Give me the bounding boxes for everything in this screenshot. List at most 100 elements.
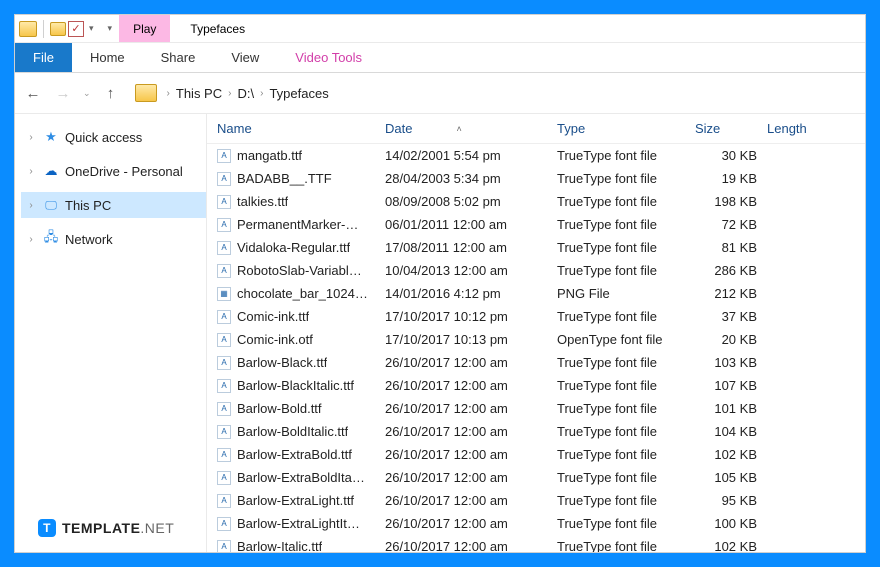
file-date: 26/10/2017 12:00 am (385, 355, 557, 370)
title-bar: ✓ ▾ ▾ Play Typefaces (15, 15, 865, 43)
folder-icon[interactable] (19, 21, 37, 37)
file-name: Barlow-ExtraLightIt… (237, 516, 360, 531)
navigation-bar: ← → ⌄ ↑ › This PC › D:\ › Typefaces (15, 73, 865, 113)
tree-item-quick-access[interactable]: › ★ Quick access (21, 124, 206, 150)
tab-view[interactable]: View (213, 43, 277, 72)
file-size: 72 KB (695, 217, 767, 232)
chevron-right-icon[interactable]: › (228, 88, 231, 99)
file-list-pane: Name Date˄ Type Size Length Amangatb.ttf… (207, 114, 865, 552)
folder-icon[interactable] (50, 22, 66, 36)
file-name: BADABB__.TTF (237, 171, 332, 186)
file-type: TrueType font file (557, 217, 695, 232)
file-row[interactable]: Atalkies.ttf08/09/2008 5:02 pmTrueType f… (207, 190, 865, 213)
breadcrumb-item[interactable]: Typefaces (269, 86, 328, 101)
address-folder-icon[interactable] (135, 84, 157, 102)
file-date: 26/10/2017 12:00 am (385, 539, 557, 552)
tab-file[interactable]: File (15, 43, 72, 72)
network-icon: 🖧 (43, 232, 59, 246)
file-row[interactable]: AVidaloka-Regular.ttf17/08/2011 12:00 am… (207, 236, 865, 259)
tab-video-tools[interactable]: Video Tools (277, 43, 380, 72)
explorer-body: › ★ Quick access › ☁ OneDrive - Personal… (15, 113, 865, 552)
tree-item-network[interactable]: › 🖧 Network (21, 226, 206, 252)
column-header-type[interactable]: Type (557, 121, 695, 136)
file-type-icon: A (217, 540, 231, 553)
file-size: 20 KB (695, 332, 767, 347)
breadcrumb[interactable]: › This PC › D:\ › Typefaces (167, 86, 329, 101)
up-button[interactable]: ↑ (101, 85, 121, 102)
file-row[interactable]: ABarlow-ExtraLight.ttf26/10/2017 12:00 a… (207, 489, 865, 512)
star-icon: ★ (43, 130, 59, 144)
file-row[interactable]: ABarlow-ExtraBoldIta…26/10/2017 12:00 am… (207, 466, 865, 489)
file-type-icon: A (217, 241, 231, 255)
file-row[interactable]: ABarlow-BoldItalic.ttf26/10/2017 12:00 a… (207, 420, 865, 443)
properties-icon[interactable]: ✓ (68, 21, 84, 37)
tab-share[interactable]: Share (143, 43, 214, 72)
column-header-size[interactable]: Size (695, 121, 767, 136)
file-date: 28/04/2003 5:34 pm (385, 171, 557, 186)
file-row[interactable]: ARobotoSlab-Variabl…10/04/2013 12:00 amT… (207, 259, 865, 282)
file-type-icon: A (217, 218, 231, 232)
qat-dropdown-icon[interactable]: ▾ (86, 23, 97, 34)
ribbon-tabs: File Home Share View Video Tools (15, 43, 865, 73)
file-type-icon: A (217, 402, 231, 416)
tree-item-this-pc[interactable]: › 🖵 This PC (21, 192, 206, 218)
file-date: 26/10/2017 12:00 am (385, 401, 557, 416)
file-type: TrueType font file (557, 378, 695, 393)
file-name: Comic-ink.ttf (237, 309, 309, 324)
expand-icon[interactable]: › (25, 234, 37, 245)
file-row[interactable]: AComic-ink.ttf17/10/2017 10:12 pmTrueTyp… (207, 305, 865, 328)
file-name: chocolate_bar_1024… (237, 286, 368, 301)
column-header-date[interactable]: Date˄ (385, 121, 557, 136)
tab-home[interactable]: Home (72, 43, 143, 72)
expand-icon[interactable]: › (25, 200, 37, 211)
file-size: 101 KB (695, 401, 767, 416)
file-type: TrueType font file (557, 355, 695, 370)
watermark: T TEMPLATE.NET (38, 519, 174, 537)
file-name: RobotoSlab-Variabl… (237, 263, 362, 278)
monitor-icon: 🖵 (43, 198, 59, 212)
file-type: TrueType font file (557, 240, 695, 255)
file-row[interactable]: ABarlow-Bold.ttf26/10/2017 12:00 amTrueT… (207, 397, 865, 420)
chevron-right-icon[interactable]: › (260, 88, 263, 99)
file-row[interactable]: ABarlow-Italic.ttf26/10/2017 12:00 amTru… (207, 535, 865, 552)
file-row[interactable]: ABarlow-ExtraBold.ttf26/10/2017 12:00 am… (207, 443, 865, 466)
contextual-tab-play[interactable]: Play (119, 15, 170, 42)
back-button[interactable]: ← (23, 85, 43, 102)
separator (43, 20, 44, 38)
file-row[interactable]: Amangatb.ttf14/02/2001 5:54 pmTrueType f… (207, 144, 865, 167)
breadcrumb-item[interactable]: This PC (176, 86, 222, 101)
file-row[interactable]: ▦chocolate_bar_1024…14/01/2016 4:12 pmPN… (207, 282, 865, 305)
file-row[interactable]: AComic-ink.otf17/10/2017 10:13 pmOpenTyp… (207, 328, 865, 351)
file-row[interactable]: APermanentMarker-…06/01/2011 12:00 amTru… (207, 213, 865, 236)
expand-icon[interactable]: › (25, 132, 37, 143)
file-type-icon: A (217, 172, 231, 186)
column-header-length[interactable]: Length (767, 121, 837, 136)
tree-item-onedrive[interactable]: › ☁ OneDrive - Personal (21, 158, 206, 184)
chevron-right-icon[interactable]: › (167, 88, 170, 99)
history-dropdown-icon[interactable]: ⌄ (83, 88, 91, 99)
file-type-icon: A (217, 494, 231, 508)
file-size: 212 KB (695, 286, 767, 301)
file-type-icon: A (217, 379, 231, 393)
forward-button[interactable]: → (53, 85, 73, 102)
file-row[interactable]: ABarlow-Black.ttf26/10/2017 12:00 amTrue… (207, 351, 865, 374)
file-row[interactable]: ABarlow-BlackItalic.ttf26/10/2017 12:00 … (207, 374, 865, 397)
file-size: 37 KB (695, 309, 767, 324)
template-logo-icon: T (38, 519, 56, 537)
file-name: mangatb.ttf (237, 148, 302, 163)
file-row[interactable]: ABADABB__.TTF28/04/2003 5:34 pmTrueType … (207, 167, 865, 190)
file-size: 286 KB (695, 263, 767, 278)
file-name: Vidaloka-Regular.ttf (237, 240, 350, 255)
file-size: 103 KB (695, 355, 767, 370)
column-header-name[interactable]: Name (217, 121, 385, 136)
file-size: 30 KB (695, 148, 767, 163)
breadcrumb-item[interactable]: D:\ (237, 86, 254, 101)
expand-icon[interactable]: › (25, 166, 37, 177)
ribbon-minimize-icon[interactable]: ▾ (105, 23, 116, 34)
file-date: 26/10/2017 12:00 am (385, 447, 557, 462)
file-row[interactable]: ABarlow-ExtraLightIt…26/10/2017 12:00 am… (207, 512, 865, 535)
file-date: 26/10/2017 12:00 am (385, 470, 557, 485)
file-type: TrueType font file (557, 424, 695, 439)
file-name: Barlow-ExtraBold.ttf (237, 447, 352, 462)
file-rows[interactable]: Amangatb.ttf14/02/2001 5:54 pmTrueType f… (207, 144, 865, 552)
